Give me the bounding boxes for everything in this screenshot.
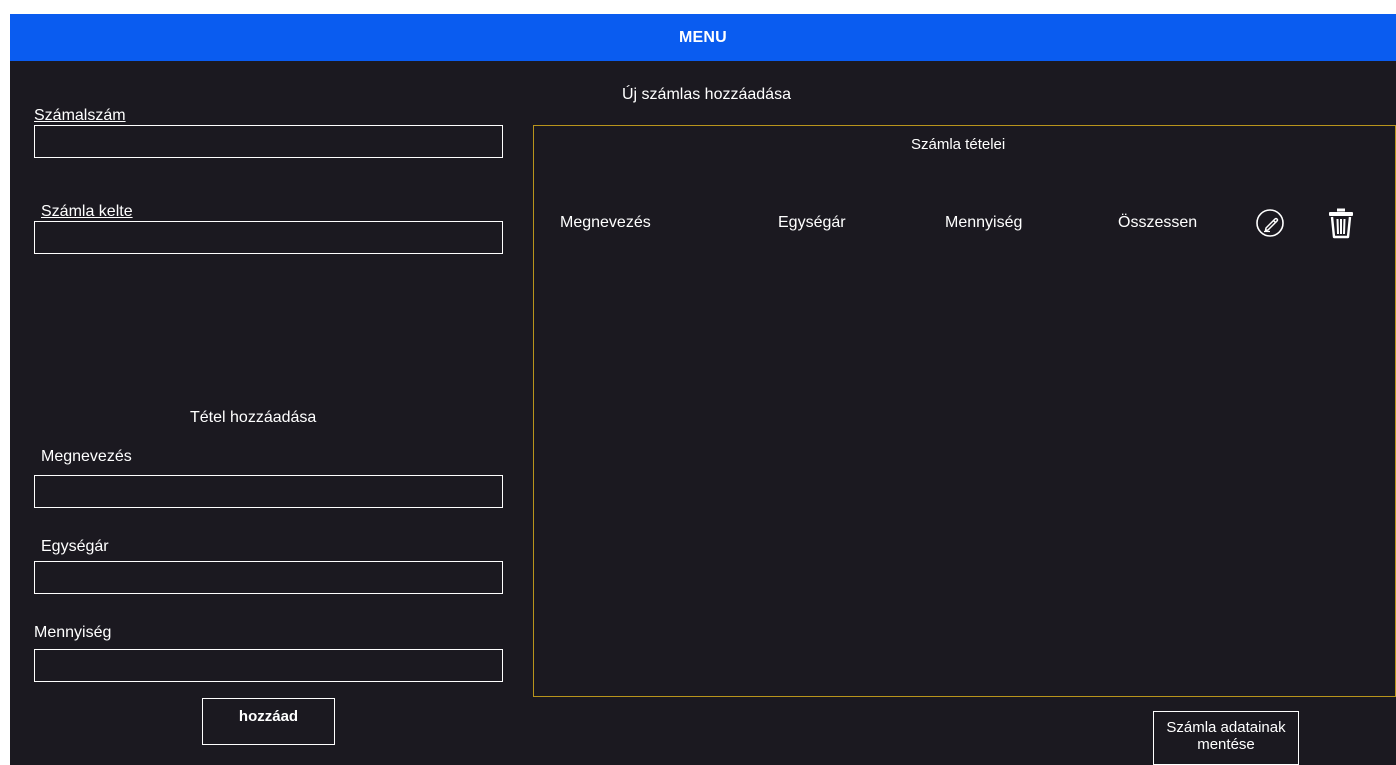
invoice-number-input[interactable] — [34, 125, 503, 158]
item-name-label: Megnevezés — [41, 448, 132, 465]
column-header-name: Megnevezés — [560, 214, 651, 231]
edit-icon[interactable] — [1252, 205, 1288, 241]
item-unit-price-input[interactable] — [34, 561, 503, 594]
trash-icon[interactable] — [1323, 205, 1359, 241]
menu-bar[interactable]: MENU — [10, 14, 1396, 61]
save-invoice-button[interactable]: Számla adatainak mentése — [1153, 711, 1299, 765]
add-item-button[interactable]: hozzáad — [202, 698, 335, 745]
add-item-title: Tétel hozzáadása — [190, 409, 317, 426]
invoice-date-label: Számla kelte — [41, 203, 133, 220]
item-name-input[interactable] — [34, 475, 503, 508]
item-quantity-label: Mennyiség — [34, 624, 112, 641]
page-title: Új számlas hozzáadása — [622, 86, 791, 103]
column-header-total: Összessen — [1118, 214, 1198, 231]
invoice-number-label: Számalszám — [34, 107, 126, 124]
menu-label[interactable]: MENU — [679, 29, 727, 47]
column-header-quantity: Mennyiség — [945, 214, 1023, 231]
item-quantity-input[interactable] — [34, 649, 503, 682]
column-header-unit-price: Egységár — [778, 214, 846, 231]
item-unit-price-label: Egységár — [41, 538, 109, 555]
invoice-items-panel: Számla tételei Megnevezés Egységár Menny… — [533, 125, 1396, 697]
invoice-date-input[interactable] — [34, 221, 503, 254]
items-panel-title: Számla tételei — [911, 136, 1006, 153]
app-window: MENU Új számlas hozzáadása Számalszám Sz… — [10, 14, 1396, 765]
